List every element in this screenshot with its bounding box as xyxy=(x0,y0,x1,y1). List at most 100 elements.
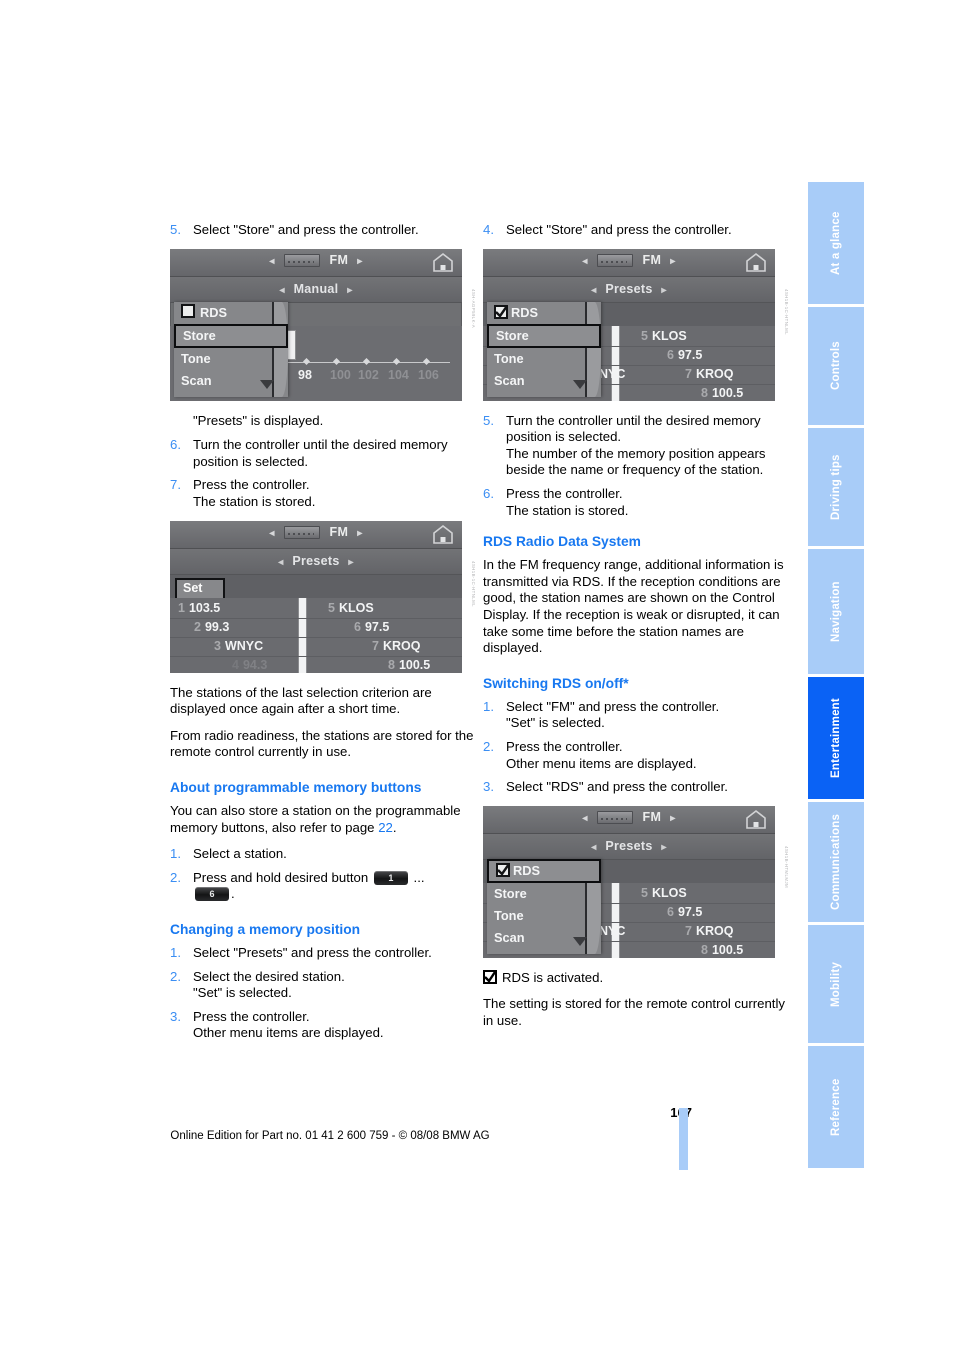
tab-label: Controls xyxy=(830,341,842,391)
tab-label: At a glance xyxy=(830,211,842,275)
chevron-down-icon[interactable] xyxy=(573,379,587,389)
frequency-ticks xyxy=(266,357,452,367)
step-text: Select "FM" and press the controller. xyxy=(506,698,720,714)
preset-cell[interactable]: 5 KLOS xyxy=(310,601,462,615)
step-text: Select "Store" and press the controller. xyxy=(193,222,419,237)
step-number: 1. xyxy=(170,944,181,960)
display-popup-menu[interactable]: RDS Store Tone Scan xyxy=(174,301,288,397)
preset-value: NYC xyxy=(599,366,626,381)
preset-cell[interactable]: 8 100.5 xyxy=(623,386,775,400)
display-set-row: Set xyxy=(170,574,462,600)
menu-item-store[interactable]: Store xyxy=(487,883,601,905)
display-popup-menu[interactable]: RDS Store Tone Scan xyxy=(487,858,601,954)
step-text: Turn the controller until the desired me… xyxy=(506,412,761,445)
menu-item-store[interactable]: Store xyxy=(174,323,288,348)
preset-value: KLOS xyxy=(338,600,374,615)
menu-item-label: RDS xyxy=(513,862,541,878)
preset-cell[interactable]: 5 KLOS xyxy=(623,886,775,900)
tuner-icon xyxy=(283,254,320,268)
display-band-label: FM xyxy=(642,809,662,824)
menu-item-tone[interactable]: Tone xyxy=(487,348,601,370)
preset-cell[interactable]: 2 99.3 xyxy=(170,620,329,634)
left-step-5-list: 5. Select "Store" and press the controll… xyxy=(170,222,478,239)
step-text: Select "Store" and press the controller. xyxy=(506,222,732,237)
preset-cell[interactable]: 5 KLOS xyxy=(623,329,775,343)
preset-value: KROQ xyxy=(695,366,734,381)
control-display-rds: ◂ FM ▸ ◂ Presets ▸ 5 KLOS 6 97.5 NYC 7 K… xyxy=(483,805,775,958)
preset-cell[interactable]: 6 97.5 xyxy=(310,620,462,634)
home-icon xyxy=(433,252,453,272)
display-sub-bar: ◂ Manual ▸ xyxy=(170,276,462,303)
list-item: 1. Select "Presets" and press the contro… xyxy=(170,945,478,962)
heading-switching-rds: Switching RDS on/off* xyxy=(483,675,629,691)
preset-key: 6 xyxy=(667,347,674,362)
preset-cell[interactable]: 8 100.5 xyxy=(310,658,462,672)
page-number: 167 xyxy=(0,1105,692,1120)
left-arrow-icon: ◂ xyxy=(582,812,588,824)
preset-value: 100.5 xyxy=(711,942,744,957)
menu-item-scan[interactable]: Scan xyxy=(487,370,601,392)
preset-key: 2 xyxy=(194,619,201,634)
page-reference-link[interactable]: 22 xyxy=(378,820,393,835)
preset-cell[interactable]: 6 97.5 xyxy=(623,905,775,919)
menu-item-scan[interactable]: Scan xyxy=(487,927,601,949)
preset-cell[interactable]: 6 97.5 xyxy=(623,348,775,362)
display-popup-menu[interactable]: RDS Store Tone Scan xyxy=(487,301,601,397)
preset-cell[interactable]: 7 KROQ xyxy=(310,639,462,653)
scale-number: 102 xyxy=(358,367,379,382)
preset-cell[interactable]: 1 103.5 xyxy=(170,601,313,615)
preset-value: KLOS xyxy=(651,885,687,900)
chevron-down-icon[interactable] xyxy=(260,379,274,389)
preset-key: 5 xyxy=(328,600,335,615)
preset-grid: 1 103.5 5 KLOS 2 99.3 6 97.5 3 WNYC 7 KR… xyxy=(170,597,462,673)
display-top-bar: ◂ FM ▸ xyxy=(170,248,462,277)
menu-item-rds[interactable]: RDS xyxy=(487,302,601,324)
paragraph-last-selection: The stations of the last selection crite… xyxy=(170,684,432,717)
sidebar-item-mobility[interactable]: Mobility xyxy=(808,925,864,1043)
preset-key: 4 xyxy=(232,657,239,672)
sidebar-item-navigation[interactable]: Navigation xyxy=(808,549,864,674)
preset-cell[interactable]: 7 KROQ xyxy=(623,367,775,381)
set-button[interactable]: Set xyxy=(175,577,225,600)
memory-button-steps: 1. Select a station. 2. Press and hold de… xyxy=(170,846,478,903)
chevron-down-icon[interactable] xyxy=(573,936,587,946)
footer-accent-bar xyxy=(679,1108,688,1170)
rds-activated-line: RDS is activated. xyxy=(483,969,791,987)
sidebar-item-communications[interactable]: Communications xyxy=(808,802,864,922)
control-display-store-wrap: ◂ FM ▸ ◂ Presets ▸ Set xyxy=(483,248,791,401)
menu-item-rds[interactable]: RDS xyxy=(174,302,288,324)
left-arrow-icon: ◂ xyxy=(278,556,284,568)
step-text: Select "RDS" and press the controller. xyxy=(506,779,728,795)
scale-number: 98 xyxy=(298,367,312,382)
sidebar-item-at-a-glance[interactable]: At a glance xyxy=(808,182,864,304)
preset-key: 3 xyxy=(214,638,221,653)
memory-button-1-icon: 1 xyxy=(373,870,408,885)
preset-value: WNYC xyxy=(224,638,264,653)
menu-item-tone[interactable]: Tone xyxy=(174,348,288,370)
preset-key: 8 xyxy=(701,942,708,957)
step-number: 1. xyxy=(483,698,494,714)
right-steps-5-6: 5. Turn the controller until the desired… xyxy=(483,413,791,520)
step-text: Press the controller. xyxy=(193,1008,310,1024)
step-number: 5. xyxy=(170,222,181,237)
sidebar-item-driving-tips[interactable]: Driving tips xyxy=(808,428,864,546)
sidebar-item-entertainment[interactable]: Entertainment xyxy=(808,677,864,799)
preset-cell[interactable]: 8 100.5 xyxy=(623,943,775,957)
heading-rds: RDS Radio Data System xyxy=(483,534,641,550)
rds-activated-text: RDS is activated. xyxy=(502,969,604,985)
preset-value: 99.3 xyxy=(204,619,230,634)
list-item: 2. Press and hold desired button 1 ... 6. xyxy=(170,870,478,903)
menu-item-store[interactable]: Store xyxy=(487,323,601,348)
menu-item-tone[interactable]: Tone xyxy=(487,905,601,927)
menu-item-scan[interactable]: Scan xyxy=(174,370,288,392)
figure-code: 4SH-AGP59LK-A xyxy=(471,288,476,328)
display-sub-bar: ◂ Presets ▸ xyxy=(170,548,462,575)
sidebar-item-reference[interactable]: Reference xyxy=(808,1046,864,1168)
preset-cell[interactable]: 7 KROQ xyxy=(623,924,775,938)
step-number: 6. xyxy=(170,437,181,453)
preset-value: 94.3 xyxy=(242,657,268,672)
checkbox-checked-icon xyxy=(483,969,497,984)
sidebar-item-controls[interactable]: Controls xyxy=(808,307,864,425)
step-subtext: "Set" is selected. xyxy=(193,985,292,1001)
menu-item-rds[interactable]: RDS xyxy=(487,858,601,883)
